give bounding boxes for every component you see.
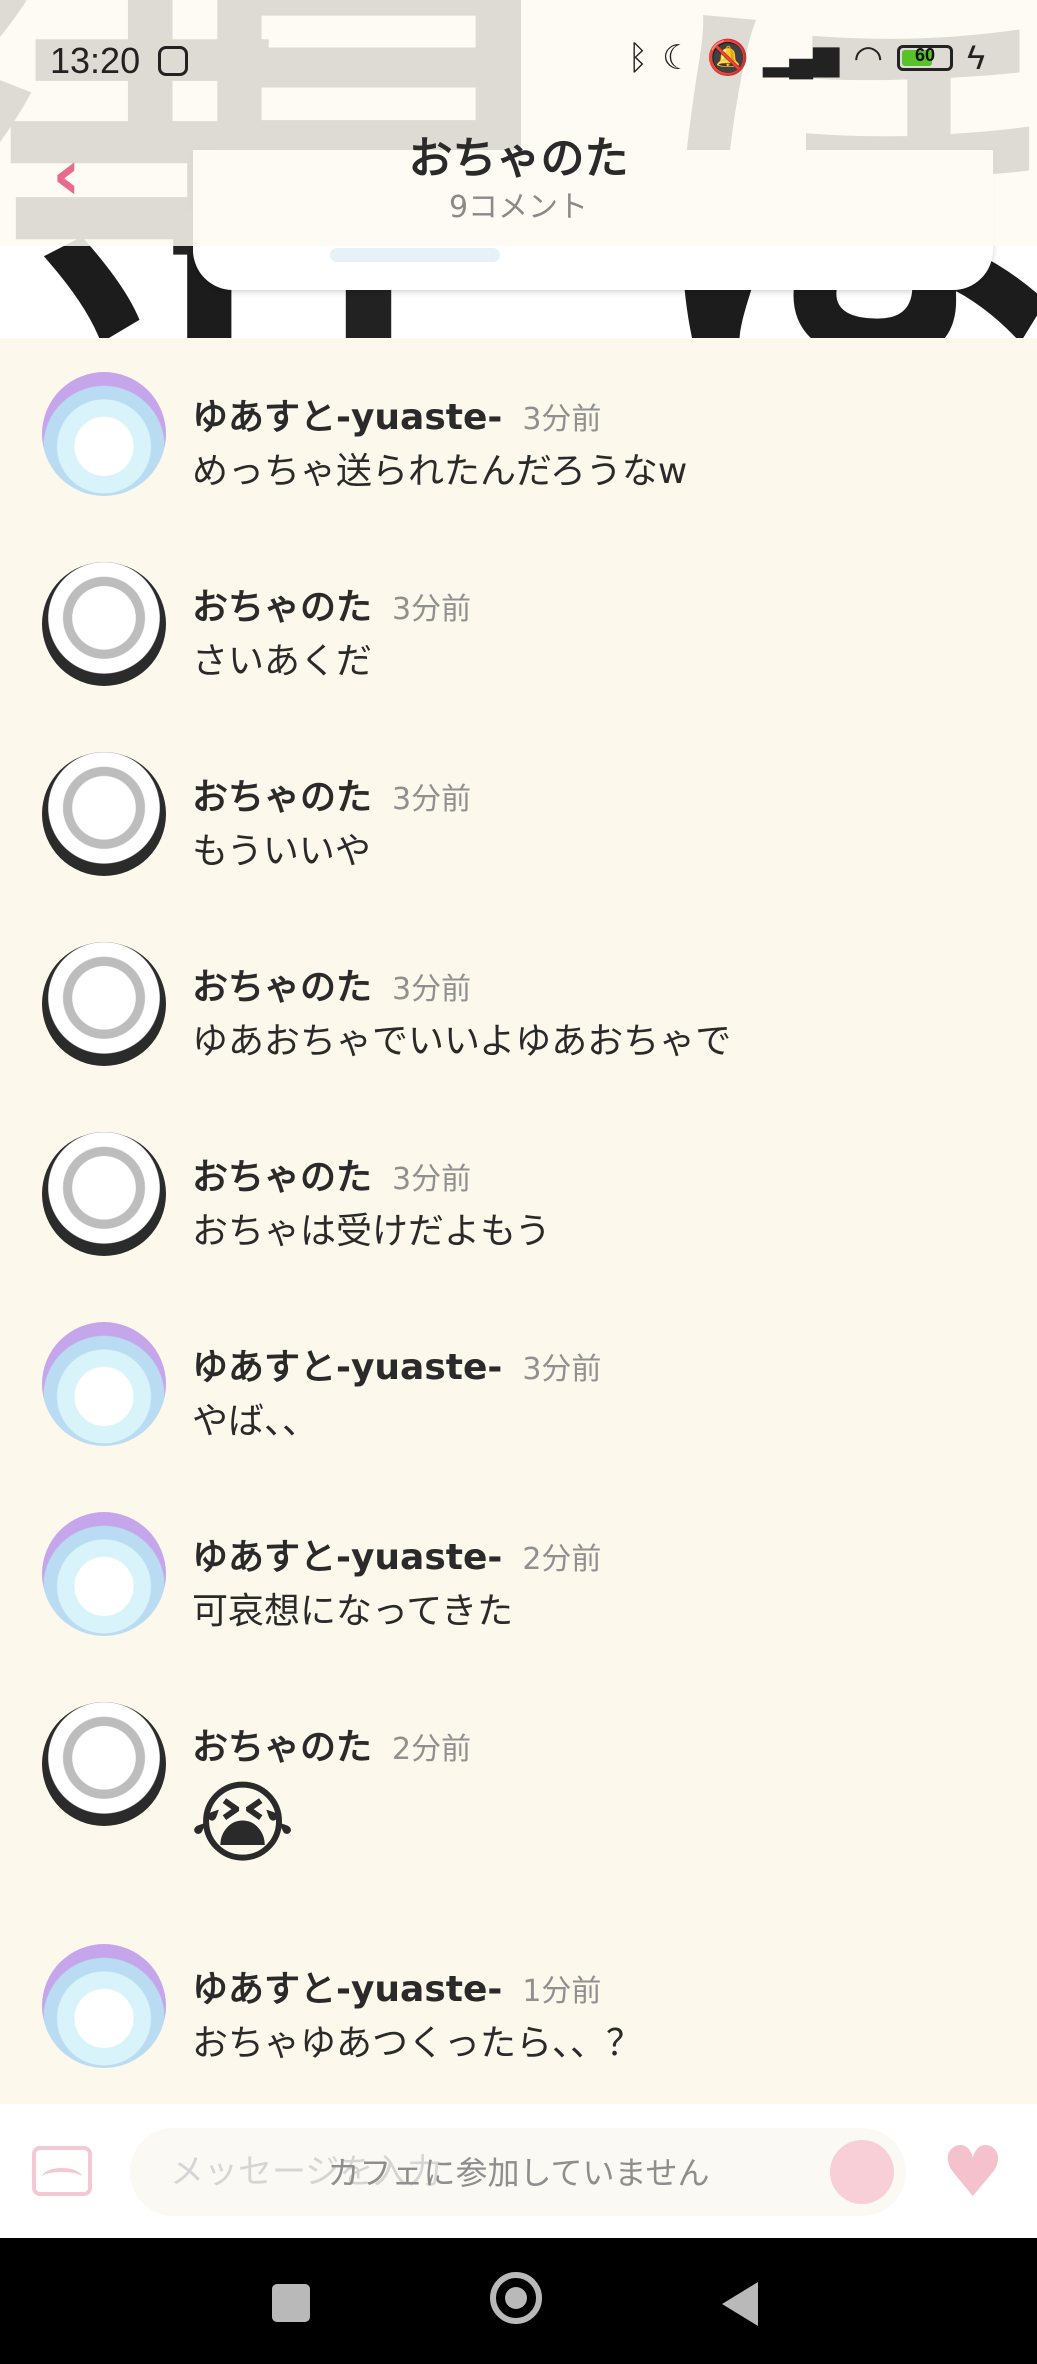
join-notice: カフェに参加していません <box>327 2154 710 2192</box>
recents-square-icon[interactable] <box>272 2284 310 2322</box>
comment-emoji: 😭 <box>190 1771 296 1876</box>
comment-text: ゆあおちゃでいいよゆあおちゃで <box>192 1021 732 1062</box>
status-icons: ᛒ ☾ 🔕 ▂▄▆ ◠ 60 ϟ <box>628 38 985 78</box>
comment-time: 3分前 <box>392 972 472 1007</box>
message-bar: メッセージを入力 ♥ カフェに参加していません <box>0 2104 1037 2238</box>
mi-icon <box>158 46 188 76</box>
comment-time: 3分前 <box>522 402 602 437</box>
comment-time: 1分前 <box>522 1974 602 2009</box>
white-hair-avatar[interactable] <box>42 752 166 876</box>
white-hair-avatar[interactable] <box>42 562 166 686</box>
comment-time: 2分前 <box>392 1732 472 1767</box>
comment-author-name[interactable]: ゆあすと-yuaste- <box>192 1537 502 1578</box>
comment-author-name[interactable]: ゆあすと-yuaste- <box>192 1969 502 2010</box>
moon-icon: ☾ <box>662 39 693 77</box>
comment-author[interactable]: ゆあすと-yuaste- 2分前 <box>192 1528 601 1580</box>
comment-author-name[interactable]: ゆあすと-yuaste- <box>192 397 502 438</box>
signal-icon: ▂▄▆ <box>762 39 840 77</box>
comment-author[interactable]: ゆあすと-yuaste- 3分前 <box>192 1338 601 1390</box>
witch-avatar[interactable] <box>42 1944 166 2068</box>
comment-author[interactable]: ゆあすと-yuaste- 1分前 <box>192 1960 601 2012</box>
witch-avatar[interactable] <box>42 372 166 496</box>
comment-author[interactable]: ゆあすと-yuaste- 3分前 <box>192 388 601 440</box>
comment-time: 3分前 <box>392 782 472 817</box>
comment-author[interactable]: おちゃのた 3分前 <box>192 1148 471 1200</box>
comment-author-name[interactable]: おちゃのた <box>192 1157 372 1198</box>
battery-icon: 60 <box>897 45 953 71</box>
comment-text: おちゃは受けだよもう <box>192 1211 551 1252</box>
wifi-icon: ◠ <box>853 39 883 77</box>
witch-avatar[interactable] <box>42 1512 166 1636</box>
status-time: 13:20 <box>50 40 141 81</box>
white-hair-avatar[interactable] <box>42 1132 166 1256</box>
home-circle-icon[interactable] <box>490 2272 542 2324</box>
comment-author-name[interactable]: おちゃのた <box>192 967 372 1008</box>
comment-text: さいあくだ <box>192 641 373 682</box>
comment-author[interactable]: おちゃのた 2分前 <box>192 1718 471 1770</box>
comment-text: おちゃゆあつくったら、、？ <box>192 2023 643 2064</box>
status-bar: 13:20 ᛒ ☾ 🔕 ▂▄▆ ◠ 60 ϟ <box>0 0 1037 124</box>
witch-avatar[interactable] <box>42 1322 166 1446</box>
comment-author-name[interactable]: おちゃのた <box>192 777 372 818</box>
comment-list: ゆあすと-yuaste- 3分前 めっちゃ送られたんだろうなw おちゃのた 3分前 … <box>0 338 1037 2104</box>
comment-text: 可哀想になってきた <box>192 1591 514 1632</box>
comment-author[interactable]: おちゃのた 3分前 <box>192 768 471 820</box>
bluetooth-icon: ᛒ <box>627 38 649 77</box>
comment-time: 3分前 <box>392 592 472 627</box>
banner-card-pill <box>330 248 500 262</box>
battery-level: 60 <box>914 45 936 65</box>
back-triangle-icon[interactable] <box>722 2282 758 2326</box>
comment-time: 3分前 <box>392 1162 472 1197</box>
charging-icon: ϟ <box>967 38 985 77</box>
comment-author[interactable]: おちゃのた 3分前 <box>192 578 471 630</box>
comment-author-name[interactable]: ゆあすと-yuaste- <box>192 1347 502 1388</box>
white-hair-avatar[interactable] <box>42 1702 166 1826</box>
comment-text: もういいや <box>192 831 371 872</box>
page-title: おちゃのた <box>408 133 629 184</box>
comment-author-name[interactable]: おちゃのた <box>192 587 372 628</box>
comment-author-name[interactable]: おちゃのた <box>192 1727 372 1768</box>
comment-text: めっちゃ送られたんだろうなw <box>192 451 688 492</box>
comment-time: 2分前 <box>522 1542 602 1577</box>
white-hair-avatar[interactable] <box>42 942 166 1066</box>
comment-text: やば、、 <box>192 1401 319 1442</box>
comment-time: 3分前 <box>522 1352 602 1387</box>
navigation-bar <box>0 2238 1037 2364</box>
comment-author[interactable]: おちゃのた 3分前 <box>192 958 471 1010</box>
comment-count: 9コメント <box>448 190 589 225</box>
mute-icon: 🔕 <box>706 39 749 77</box>
